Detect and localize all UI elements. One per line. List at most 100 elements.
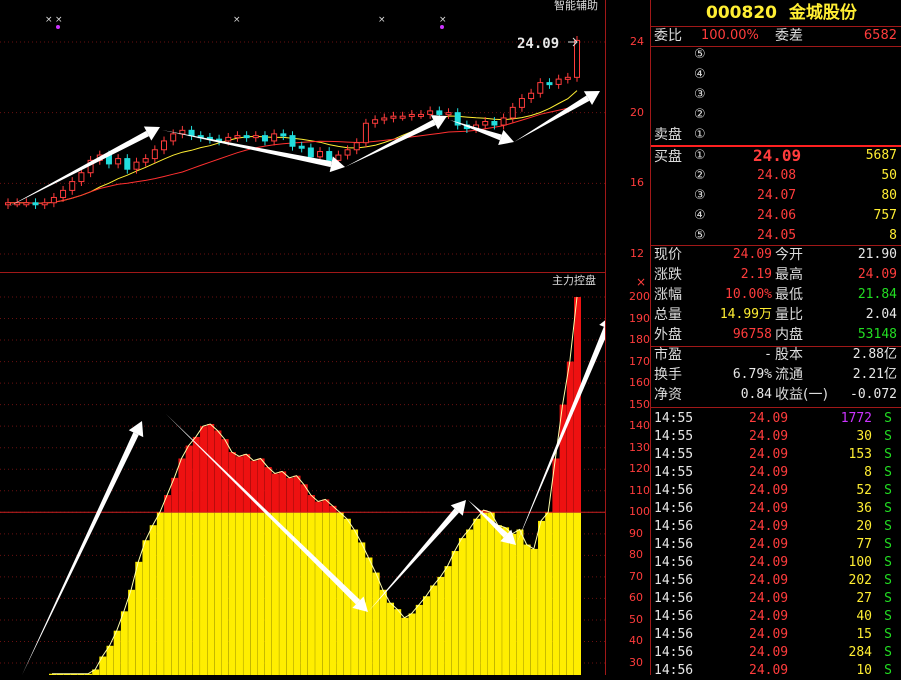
quote-label: 量比: [775, 307, 803, 323]
candle: [23, 198, 30, 208]
tick-price: 24.09: [749, 447, 789, 462]
axis-tick-bottom: 180: [629, 333, 650, 347]
buy-price: 24.05: [757, 228, 797, 243]
tick-time: 14:55: [654, 429, 694, 444]
axis-tick-bottom: 160: [629, 376, 650, 390]
tick-side: S: [884, 627, 892, 642]
control-bar: [200, 426, 208, 675]
tick-volume: 153: [848, 447, 872, 462]
quote-label: 外盘: [654, 327, 682, 343]
control-bar: [164, 495, 172, 675]
finance-label: 换手: [654, 367, 682, 383]
quote-value: 2.04: [865, 307, 897, 322]
tick-volume: 202: [848, 573, 872, 588]
quote-label: 涨幅: [654, 287, 682, 303]
sell-level-1: ①: [694, 127, 706, 142]
close-icon[interactable]: ×: [636, 273, 646, 291]
sell-level-3: ③: [694, 87, 706, 102]
control-bar: [250, 460, 258, 675]
quote-value: 21.84: [857, 287, 897, 302]
candle: [518, 94, 525, 112]
tick-volume: 77: [856, 537, 872, 552]
bar-chart[interactable]: [0, 272, 605, 675]
buy-level-5: ⑤: [694, 228, 706, 243]
buy-price: 24.08: [757, 168, 797, 183]
tick-side: S: [884, 483, 892, 498]
stock-title: 000820 金城股份: [706, 2, 857, 24]
control-bar: [279, 471, 287, 675]
axis-tick-bottom: 90: [629, 526, 643, 540]
tick-volume: 100: [848, 555, 872, 570]
tick-side: S: [884, 555, 892, 570]
candle: [372, 115, 379, 128]
control-bar: [545, 512, 553, 675]
candle: [417, 110, 424, 119]
tick-volume: 284: [848, 645, 872, 660]
tick-time: 14:56: [654, 555, 694, 570]
tick-time: 14:56: [654, 483, 694, 498]
bottom-panel-title: 主力控盘: [552, 274, 596, 287]
weibi-value: 100.00%: [701, 28, 759, 43]
quote-value: 14.99万: [719, 307, 772, 322]
candle: [32, 198, 39, 209]
candle: [124, 154, 131, 174]
buy-price: 24.07: [757, 188, 797, 203]
control-bar: [480, 510, 488, 675]
candle: [252, 131, 259, 142]
finance-label: 净资: [654, 387, 682, 403]
tick-price: 24.09: [749, 519, 789, 534]
tick-time: 14:55: [654, 411, 694, 426]
control-bar: [322, 499, 330, 675]
tick-side: S: [884, 645, 892, 660]
sell-label: 卖盘: [654, 127, 682, 143]
candle: [60, 185, 67, 202]
axis-tick-bottom: 190: [629, 311, 650, 325]
candle: [546, 78, 553, 89]
candle: [261, 131, 268, 146]
tick-time: 14:56: [654, 519, 694, 534]
signal-dot: [56, 25, 60, 29]
control-bar: [422, 596, 430, 675]
candle: [408, 110, 415, 121]
control-bar: [135, 561, 143, 675]
candlestick-chart[interactable]: × × × × ×: [0, 0, 605, 272]
axis-tick-bottom: 30: [629, 656, 643, 669]
buy-level-2: ②: [694, 168, 706, 183]
quote-label: 总量: [654, 307, 682, 323]
control-bar: [300, 484, 308, 675]
control-bar: [444, 566, 452, 675]
tick-volume: 10: [856, 663, 872, 678]
axis-tick-bottom: 40: [629, 634, 643, 648]
candle: [574, 35, 580, 82]
tick-side: S: [884, 411, 892, 426]
finance-value: -: [764, 347, 772, 362]
buy-level-1: ①: [694, 148, 706, 163]
tick-side: S: [884, 447, 892, 462]
axis-tick-bottom: 50: [629, 612, 643, 626]
chart-area[interactable]: × × × × × 智能辅助 24.09 主力控盘: [0, 0, 605, 675]
tick-volume: 40: [856, 609, 872, 624]
price-annotation: 24.09: [517, 36, 560, 52]
control-bar: [415, 604, 423, 675]
candle: [133, 157, 140, 174]
candle: [381, 113, 388, 125]
candle: [555, 74, 562, 89]
tick-time: 14:55: [654, 465, 694, 480]
control-bar: [451, 551, 459, 675]
finance-value: 0.84: [740, 387, 772, 402]
control-bar: [559, 404, 567, 675]
tick-price: 24.09: [749, 573, 789, 588]
axis-tick-top: 20: [630, 105, 644, 119]
signal-marker: ×: [378, 15, 386, 25]
tick-side: S: [884, 663, 892, 678]
control-bar: [293, 475, 301, 675]
control-bar: [336, 512, 344, 675]
axis-tick-bottom: 100: [629, 505, 650, 519]
control-bar: [257, 458, 265, 675]
candle: [500, 113, 507, 130]
quote-panel: 000820 金城股份 委比 100.00% 委差 6582 ⑤④③②① 卖盘 …: [651, 0, 901, 678]
candle: [289, 131, 296, 151]
control-bar: [523, 544, 531, 675]
control-bar: [487, 512, 495, 675]
candle: [161, 136, 168, 155]
